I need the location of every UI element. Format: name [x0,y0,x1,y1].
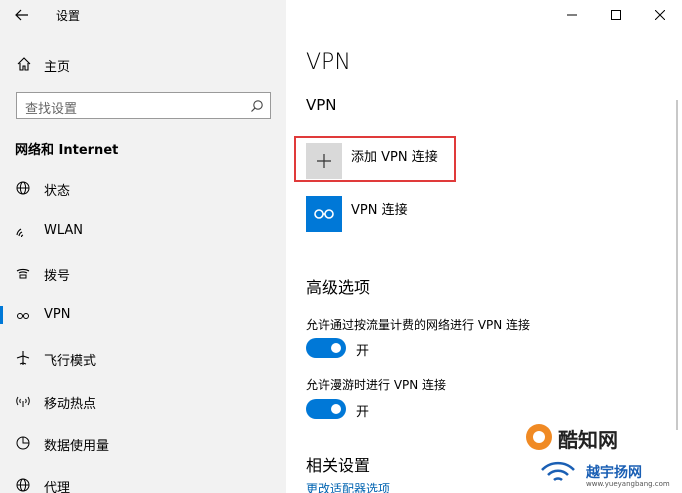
proxy-icon [15,477,31,493]
section-title: VPN [306,96,337,114]
vpn-connection-label[interactable]: VPN 连接 [351,199,408,218]
sidebar-item-label: 代理 [44,481,71,493]
search-input[interactable]: 查找设置 [16,92,271,119]
search-icon[interactable] [250,98,264,117]
watermark-wifi-icon [541,461,575,482]
sidebar-item-proxy[interactable]: 代理 [0,470,286,493]
section-heading: 网络和 Internet [15,143,119,158]
sidebar-item-label: 数据使用量 [44,439,110,454]
sidebar-item-data-usage[interactable]: 数据使用量 [0,428,286,458]
toggle-knob [331,404,341,414]
adapter-options-link[interactable]: 更改适配器选项 [306,480,390,493]
window-controls [550,0,682,30]
sidebar-item-airplane[interactable]: 飞行模式 [0,343,286,373]
data-usage-icon [15,435,31,451]
title-bar: 设置 [0,0,286,30]
roaming-toggle[interactable] [306,399,346,419]
sidebar-item-label: VPN [44,307,71,322]
wifi-icon [15,223,31,239]
scrollbar[interactable] [676,100,678,430]
watermark-line2: 越宇扬网 [586,465,642,481]
watermark: 酷知网 越宇扬网 www.yueyangbang.com [510,420,682,493]
watermark-line1: 酷知网 [558,428,618,452]
related-settings-title: 相关设置 [306,456,371,475]
advanced-options-title: 高级选项 [306,278,371,297]
window-title: 设置 [56,9,81,23]
sidebar-item-label: 拨号 [44,269,71,284]
close-icon [655,10,665,20]
airplane-icon [15,350,31,366]
active-indicator [0,306,3,324]
globe-icon [15,180,31,196]
sidebar-item-label: 飞行模式 [44,354,97,369]
nav-home[interactable]: 主页 [0,50,286,78]
vpn-icon [15,307,31,323]
vpn-connection-tile[interactable] [306,196,342,232]
search-placeholder: 查找设置 [25,102,78,117]
watermark-line3: www.yueyangbang.com [586,480,670,488]
sidebar-item-dialup[interactable]: 拨号 [0,258,286,288]
metered-toggle-state: 开 [356,344,370,359]
minimize-button[interactable] [550,0,594,30]
vpn-connection-icon [314,209,334,219]
roaming-option-label: 允许漫游时进行 VPN 连接 [306,378,447,392]
add-vpn-button[interactable] [306,143,342,179]
page-title: VPN [306,50,351,75]
toggle-knob [331,343,341,353]
sidebar-item-label: 状态 [44,184,71,199]
back-button[interactable] [10,4,34,26]
metered-option-label: 允许通过按流量计费的网络进行 VPN 连接 [306,318,531,332]
maximize-icon [611,10,621,20]
hotspot-icon [15,393,31,409]
sidebar: 设置 主页 查找设置 网络和 Internet 状态 WLAN 拨号 VPN 飞… [0,0,286,493]
sidebar-item-hotspot[interactable]: 移动热点 [0,386,286,416]
sidebar-item-label: 移动热点 [44,397,97,412]
sidebar-item-wlan[interactable]: WLAN [0,216,286,246]
add-vpn-label[interactable]: 添加 VPN 连接 [351,146,438,165]
back-arrow-icon [15,9,28,21]
nav-home-label: 主页 [44,60,71,75]
minimize-icon [567,14,577,16]
maximize-button[interactable] [594,0,638,30]
sidebar-item-label: WLAN [44,223,84,238]
watermark-logo-icon [526,424,552,450]
roaming-toggle-state: 开 [356,405,370,420]
sidebar-item-status[interactable]: 状态 [0,173,286,203]
metered-toggle[interactable] [306,338,346,358]
sidebar-item-vpn[interactable]: VPN [0,300,286,330]
plus-icon [317,154,331,168]
close-button[interactable] [638,0,682,30]
home-icon [16,56,32,76]
dialup-icon [15,265,31,281]
